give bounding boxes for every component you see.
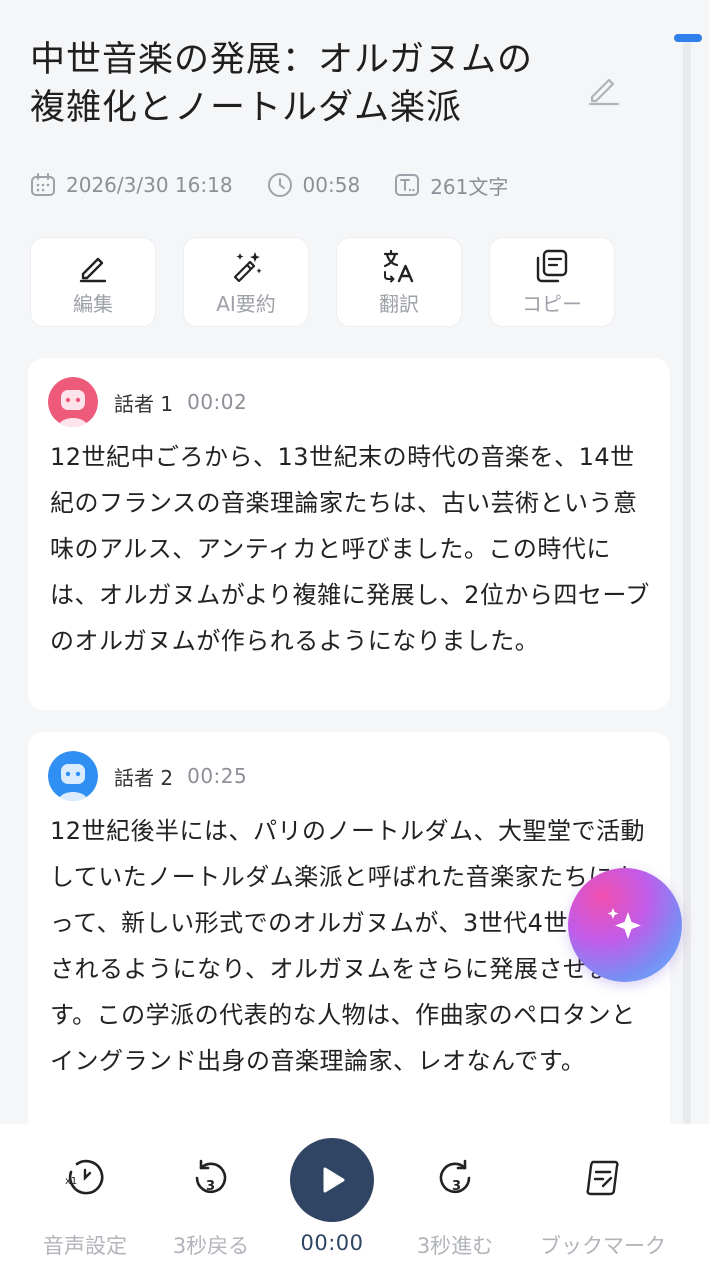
transcript-segment[interactable]: 話者 1 00:02 12世紀中ごろから、13世紀末の時代の音楽を、14世紀のフ… [28, 358, 670, 710]
meta-duration: 00:58 [267, 172, 361, 198]
robot-avatar-icon [48, 751, 98, 801]
forward-3s-button[interactable]: 3 3秒進む [410, 1124, 500, 1260]
playback-time: 00:00 [300, 1231, 364, 1255]
copy-label: コピー [522, 291, 582, 316]
title-line-2: 複雑化とノートルダム楽派 [30, 88, 463, 128]
bookmark-label: ブックマーク [540, 1234, 666, 1258]
edit-title-icon[interactable] [584, 68, 624, 108]
clock-icon [267, 173, 292, 197]
audio-settings-label: 音声設定 [43, 1234, 127, 1258]
magic-wand-icon [233, 251, 262, 282]
calendar-icon [31, 173, 55, 196]
scrollbar-track[interactable] [683, 38, 691, 1124]
action-buttons: 編集 AI要約 翻訳 コピー [30, 237, 615, 327]
speaker-timestamp[interactable]: 00:25 [187, 764, 247, 788]
title-line-1: 中世音楽の発展：オルガヌムの [30, 40, 533, 80]
speaker-timestamp[interactable]: 00:02 [187, 390, 247, 414]
ai-summary-button[interactable]: AI要約 [183, 237, 309, 327]
play-button[interactable] [290, 1138, 374, 1222]
speaker-header: 話者 1 00:02 [48, 376, 247, 428]
forward-seconds: 3 [452, 1179, 461, 1194]
playback-speed-icon: x1 [65, 1159, 104, 1195]
copy-button[interactable]: コピー [489, 237, 615, 327]
transcript-text: 12世紀後半には、パリのノートルダム、大聖堂で活動していたノートルダム楽派と呼ば… [50, 817, 646, 1075]
avatar [48, 751, 98, 801]
scrollbar-thumb[interactable] [674, 34, 702, 42]
rewind-seconds: 3 [206, 1179, 215, 1194]
bookmark-button[interactable]: ブックマーク [534, 1124, 672, 1260]
meta-row: 2026/3/30 16:18 00:58 261文字 [30, 170, 542, 200]
robot-avatar-icon [48, 377, 98, 427]
translate-icon [383, 249, 414, 282]
rewind-label: 3秒戻る [172, 1234, 250, 1258]
edit-button-label: 編集 [73, 291, 113, 316]
speaker-name: 話者 2 [114, 765, 174, 790]
text-count-icon [395, 174, 420, 196]
edit-button[interactable]: 編集 [30, 237, 156, 327]
translate-label: 翻訳 [379, 291, 419, 316]
character-count: 261文字 [430, 174, 509, 199]
ai-summary-label: AI要約 [216, 291, 276, 316]
meta-char-count: 261文字 [394, 171, 508, 200]
pencil-icon [79, 257, 107, 282]
rewind-3s-button[interactable]: 3 3秒戻る [166, 1124, 256, 1260]
speaker-header: 話者 2 00:25 [48, 750, 247, 802]
forward-label: 3秒進む [416, 1234, 494, 1258]
header: 中世音楽の発展：オルガヌムの 複雑化とノートルダム楽派 2026/3/30 16… [0, 0, 709, 340]
play-icon [323, 1167, 345, 1193]
sparkle-icon [607, 908, 641, 939]
speaker-name: 話者 1 [114, 391, 174, 416]
page-title: 中世音楽の発展：オルガヌムの 複雑化とノートルダム楽派 [30, 36, 590, 132]
recording-date: 2026/3/30 16:18 [66, 173, 233, 197]
player-bar: x1 音声設定 3 3秒戻る 00:00 3 3秒進む ブックマーク [0, 1124, 709, 1280]
speed-badge: x1 [65, 1176, 77, 1187]
rewind-icon: 3 [195, 1159, 227, 1194]
recording-detail-screen: 中世音楽の発展：オルガヌムの 複雑化とノートルダム楽派 2026/3/30 16… [0, 0, 709, 1280]
fast-forward-icon: 3 [439, 1159, 471, 1194]
ai-assistant-button[interactable] [568, 868, 682, 982]
audio-settings-button[interactable]: x1 音声設定 [38, 1124, 132, 1260]
copy-icon [536, 249, 568, 282]
meta-date: 2026/3/30 16:18 [30, 172, 233, 198]
avatar [48, 377, 98, 427]
translate-button[interactable]: 翻訳 [336, 237, 462, 327]
recording-duration: 00:58 [302, 173, 361, 197]
transcript-text: 12世紀中ごろから、13世紀末の時代の音楽を、14世紀のフランスの音楽理論家たち… [50, 443, 650, 655]
bookmark-scroll-icon [586, 1160, 619, 1196]
